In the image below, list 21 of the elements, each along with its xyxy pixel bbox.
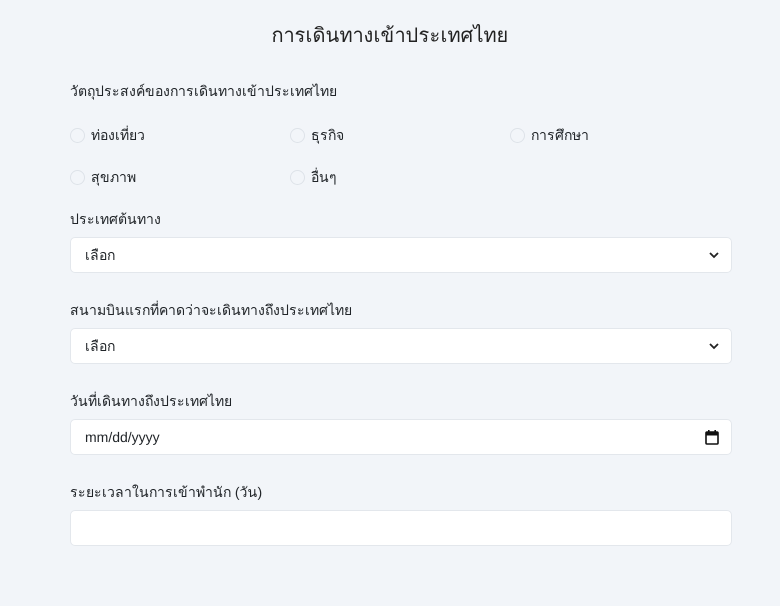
option-label: การศึกษา	[531, 126, 589, 144]
chevron-down-icon	[709, 342, 719, 350]
calendar-icon	[705, 430, 719, 444]
dropdown[interactable]: เลือก	[70, 237, 732, 273]
field-label: วันที่เดินทางถึงประเทศไทย	[70, 393, 232, 409]
chevron-down-icon	[709, 252, 719, 258]
field-label: สนามบินแรกที่คาดว่าจะเดินทางถึงประเทศไทย	[70, 302, 352, 318]
page-title: การเดินทางเข้าประเทศไทย	[272, 23, 508, 49]
dropdown[interactable]: เลือก	[70, 328, 732, 364]
option-label: ท่องเที่ยว	[91, 124, 145, 144]
option-label: อื่นๆ	[311, 166, 337, 187]
field-value: เลือก	[85, 336, 115, 356]
option-label: สุขภาพ	[91, 168, 136, 188]
field-value: mm/dd/yyyy	[85, 428, 160, 447]
input-field[interactable]	[70, 510, 732, 546]
date-field[interactable]: mm/dd/yyyy	[70, 419, 732, 455]
field-value: เลือก	[85, 246, 115, 264]
field-label: ประเทศต้นทาง	[70, 211, 161, 227]
option-label: ธุรกิจ	[311, 126, 344, 146]
field-label: ระยะเวลาในการเข้าพำนัก (วัน)	[70, 484, 262, 500]
question-label: วัตถุประสงค์ของการเดินทางเข้าประเทศไทย	[70, 83, 337, 99]
